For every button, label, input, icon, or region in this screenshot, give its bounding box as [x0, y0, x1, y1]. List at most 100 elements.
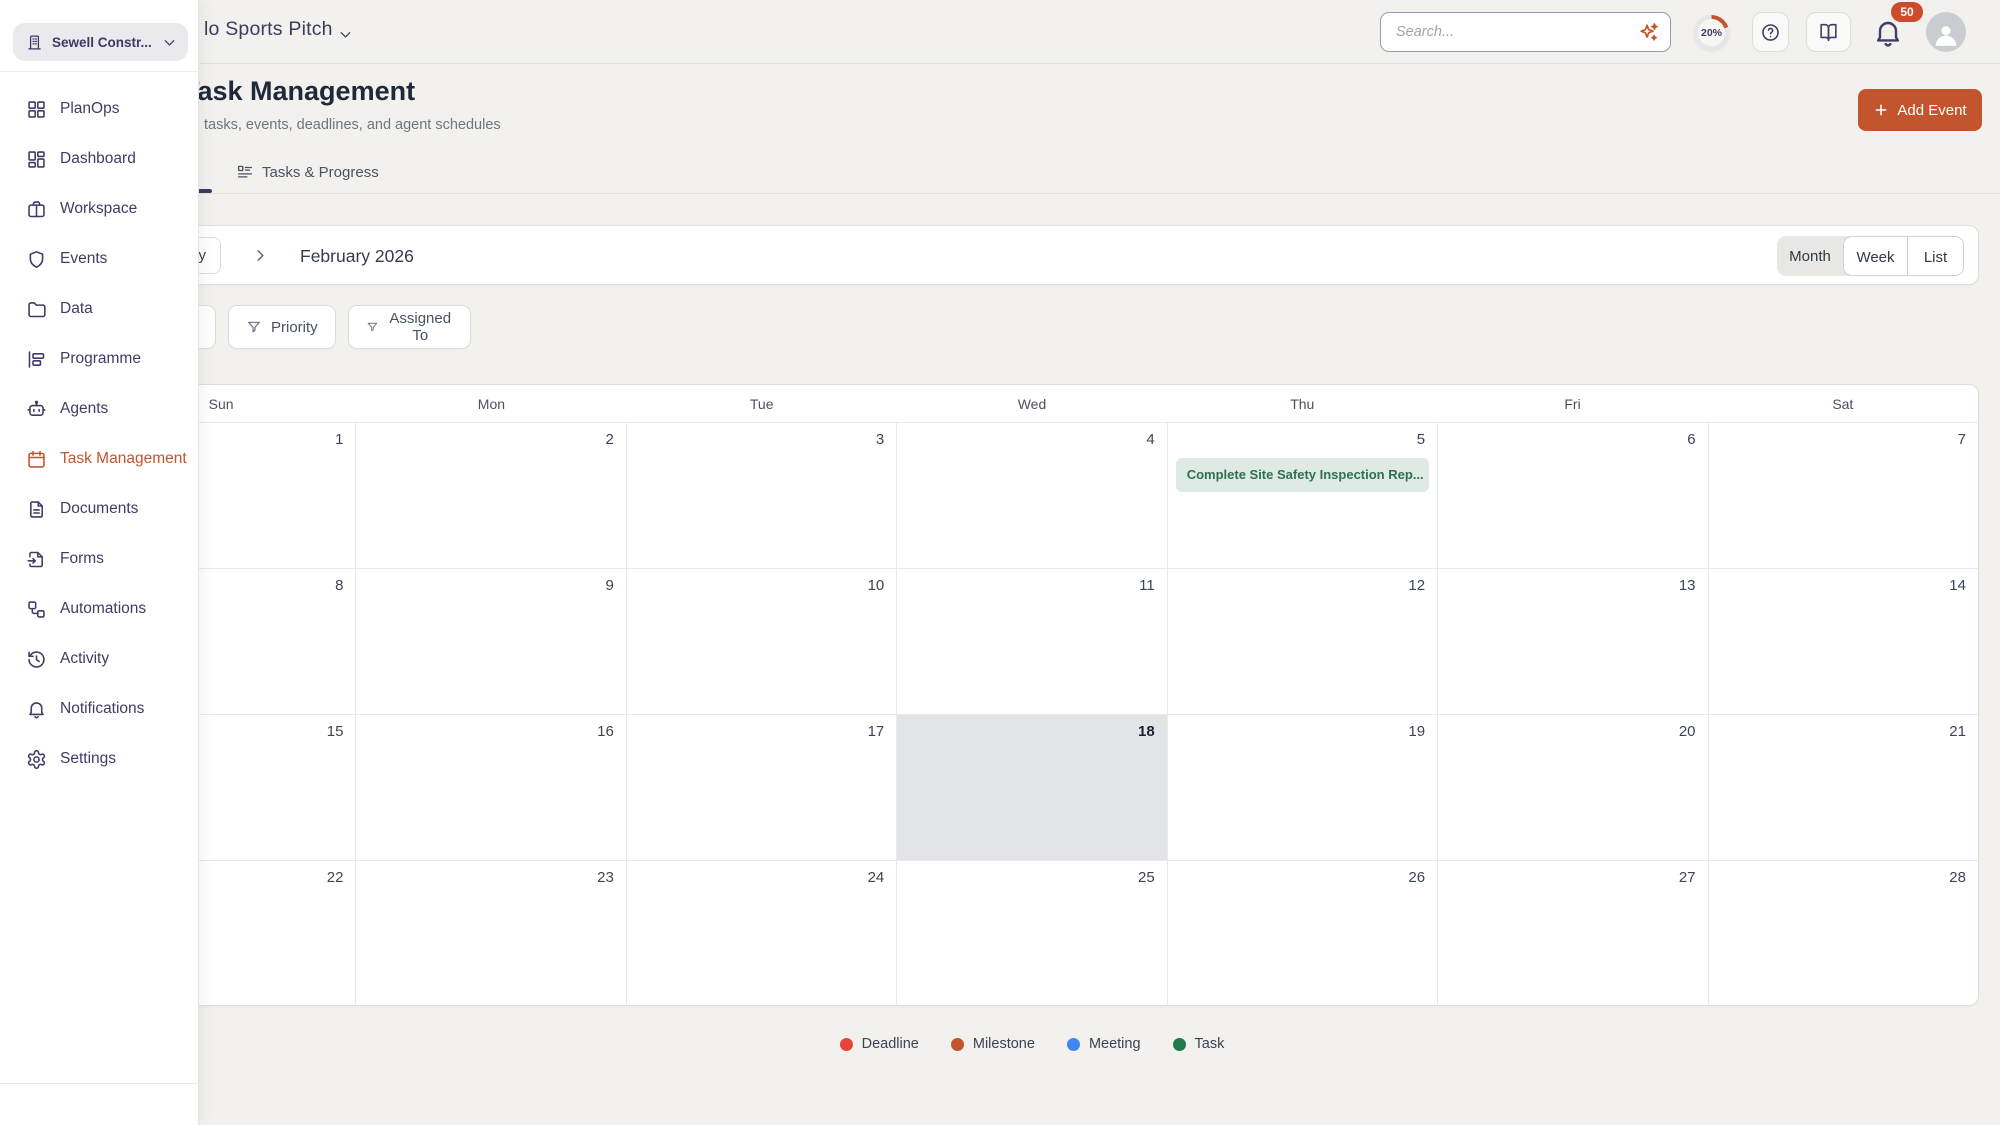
sidebar-item-documents[interactable]: Documents — [0, 484, 199, 534]
tab-label: Tasks & Progress — [262, 164, 379, 181]
sidebar-item-settings[interactable]: Settings — [0, 734, 199, 784]
date-number: 21 — [1949, 723, 1966, 740]
day-cell-27[interactable]: 27 — [1438, 861, 1708, 1006]
project-title[interactable]: lo Sports Pitch — [204, 18, 333, 41]
app-root: lo Sports Pitch 20% 50 Task Management t… — [0, 0, 2000, 1125]
sidebar-item-notifications[interactable]: Notifications — [0, 684, 199, 734]
filter-button-priority[interactable]: Priority — [228, 305, 336, 349]
day-cell-14[interactable]: 14 — [1709, 569, 1978, 714]
deadline-dot-icon — [840, 1038, 853, 1051]
sidebar-item-label: Task Management — [60, 450, 187, 468]
search-input[interactable] — [1381, 13, 1670, 51]
sidebar-item-label: Programme — [60, 350, 141, 368]
sidebar-item-task-management[interactable]: Task Management — [0, 434, 199, 484]
add-event-button[interactable]: Add Event — [1858, 89, 1982, 131]
calendar-event[interactable]: Complete Site Safety Inspection Rep... — [1176, 458, 1429, 492]
legend-item-deadline: Deadline — [840, 1036, 919, 1052]
day-cell-4[interactable]: 4 — [897, 423, 1167, 568]
workspace-switcher[interactable]: Sewell Constr... — [13, 23, 188, 61]
sidebar-divider — [0, 1083, 199, 1084]
dashboard-icon — [26, 149, 47, 170]
sidebar-item-label: Dashboard — [60, 150, 136, 168]
sidebar-item-label: Data — [60, 300, 93, 318]
day-header-sat: Sat — [1708, 385, 1978, 422]
day-cell-10[interactable]: 10 — [627, 569, 897, 714]
day-cell-21[interactable]: 21 — [1709, 715, 1978, 860]
date-number: 16 — [597, 723, 614, 740]
date-number: 5 — [1417, 431, 1425, 448]
day-cell-13[interactable]: 13 — [1438, 569, 1708, 714]
date-number: 15 — [327, 723, 344, 740]
legend-item-task: Task — [1173, 1036, 1225, 1052]
sidebar-item-events[interactable]: Events — [0, 234, 199, 284]
day-cell-16[interactable]: 16 — [356, 715, 626, 860]
usage-progress-ring[interactable]: 20% — [1694, 15, 1729, 50]
sidebar-item-label: Settings — [60, 750, 116, 768]
week-row: 891011121314 — [86, 569, 1978, 715]
help-circle-icon — [1760, 22, 1781, 43]
day-cell-7[interactable]: 7 — [1709, 423, 1978, 568]
day-cell-23[interactable]: 23 — [356, 861, 626, 1006]
view-month-button[interactable]: Month — [1777, 236, 1843, 276]
filter-button-assigned-to[interactable]: Assigned To — [348, 305, 471, 349]
day-cell-20[interactable]: 20 — [1438, 715, 1708, 860]
usage-progress-label: 20% — [1694, 15, 1729, 50]
robot-icon — [26, 399, 47, 420]
day-cell-5[interactable]: 5 Complete Site Safety Inspection Rep... — [1168, 423, 1438, 568]
legend-item-meeting: Meeting — [1067, 1036, 1141, 1052]
view-list-button[interactable]: List — [1908, 237, 1963, 276]
date-number: 22 — [327, 869, 344, 886]
sidebar-item-forms[interactable]: Forms — [0, 534, 199, 584]
legend-label: Task — [1195, 1036, 1225, 1052]
sparkles-icon[interactable] — [1637, 21, 1660, 44]
day-cell-26[interactable]: 26 — [1168, 861, 1438, 1006]
form-icon — [26, 549, 47, 570]
sidebar-item-agents[interactable]: Agents — [0, 384, 199, 434]
calendar-icon — [26, 449, 47, 470]
sidebar-item-dashboard[interactable]: Dashboard — [0, 134, 199, 184]
sidebar-item-label: Events — [60, 250, 107, 268]
week-row: 15 16 1718 19 20 21 — [86, 715, 1978, 861]
view-week-button[interactable]: Week — [1844, 237, 1908, 276]
sidebar-item-planops[interactable]: PlanOps — [0, 84, 199, 134]
date-number: 19 — [1408, 723, 1425, 740]
date-number: 10 — [868, 577, 885, 594]
sidebar-item-data[interactable]: Data — [0, 284, 199, 334]
funnel-icon — [246, 319, 262, 335]
calendar-grid: SunMonTueWedThuFriSat 12345Complete Site… — [85, 384, 1979, 1006]
next-month-icon[interactable] — [251, 246, 270, 265]
sidebar-item-label: Automations — [60, 600, 146, 618]
funnel-icon — [366, 319, 379, 335]
day-cell-25[interactable]: 25 — [897, 861, 1167, 1006]
day-cell-6[interactable]: 6 — [1438, 423, 1708, 568]
day-header-mon: Mon — [356, 385, 626, 422]
legend-label: Milestone — [973, 1036, 1035, 1052]
day-cell-24[interactable]: 24 — [627, 861, 897, 1006]
briefcase-icon — [26, 199, 47, 220]
legend-item-milestone: Milestone — [951, 1036, 1035, 1052]
tab-tasks-progress[interactable]: Tasks & Progress — [236, 163, 379, 181]
day-cell-11[interactable]: 11 — [897, 569, 1167, 714]
sidebar-item-activity[interactable]: Activity — [0, 634, 199, 684]
day-cell-17[interactable]: 17 — [627, 715, 897, 860]
legend-label: Deadline — [862, 1036, 919, 1052]
docs-button[interactable] — [1806, 12, 1851, 52]
day-cell-19[interactable]: 19 — [1168, 715, 1438, 860]
chevron-down-icon[interactable] — [337, 26, 354, 43]
day-cell-2[interactable]: 2 — [356, 423, 626, 568]
day-cell-18[interactable]: 18 — [897, 715, 1167, 860]
day-cell-9[interactable]: 9 — [356, 569, 626, 714]
help-button[interactable] — [1752, 12, 1789, 52]
day-cell-28[interactable]: 28 — [1709, 861, 1978, 1006]
date-number: 7 — [1958, 431, 1966, 448]
day-cell-12[interactable]: 12 — [1168, 569, 1438, 714]
filter-label: Priority — [271, 319, 318, 336]
shield-icon — [26, 249, 47, 270]
sidebar-item-programme[interactable]: Programme — [0, 334, 199, 384]
day-cell-3[interactable]: 3 — [627, 423, 897, 568]
sidebar-item-automations[interactable]: Automations — [0, 584, 199, 634]
sidebar-nav: PlanOps Dashboard Workspace Events Data Progr… — [0, 84, 199, 784]
date-number: 25 — [1138, 869, 1155, 886]
avatar[interactable] — [1926, 12, 1966, 52]
sidebar-item-workspace[interactable]: Workspace — [0, 184, 199, 234]
